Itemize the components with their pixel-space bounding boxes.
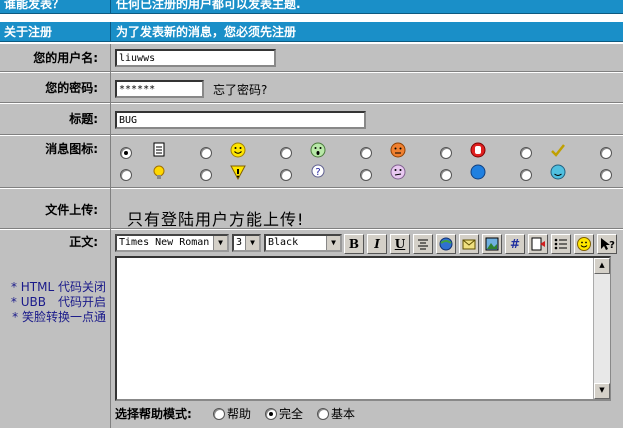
password-cell: 忘了密码? [111, 73, 623, 103]
italic-button[interactable]: I [367, 234, 387, 254]
password-input[interactable] [115, 80, 204, 98]
icon-radio-1[interactable] [120, 147, 132, 159]
underline-button[interactable]: U [390, 234, 410, 254]
html-code-note: * HTML 代码关闭 [10, 280, 106, 294]
who-can-post-text: 任何已注册的用户都可以发表主题. [116, 0, 301, 11]
password-label: 您的密码: [0, 73, 110, 103]
icon-radio-11[interactable] [360, 169, 372, 181]
page-icon [153, 142, 165, 157]
svg-text:?: ? [609, 240, 615, 251]
quote-icon [531, 237, 545, 251]
upload-cell: 只有登陆用户方能上传! [111, 189, 623, 229]
icon-radio-8[interactable] [120, 169, 132, 181]
icon-label: 消息图标: [0, 136, 110, 188]
size-select[interactable]: 3 ▼ [232, 234, 261, 252]
about-register-label: 关于注册 [4, 25, 53, 39]
help-button[interactable]: ? [597, 234, 617, 254]
title-input[interactable] [115, 111, 366, 129]
scroll-down-icon[interactable]: ▼ [594, 383, 610, 399]
shocked-icon [310, 142, 326, 158]
blue-face-icon [470, 164, 486, 180]
font-select[interactable]: Times New Roman ▼ [115, 234, 229, 252]
question-icon: ? [311, 164, 325, 178]
icon-radio-7[interactable] [600, 147, 612, 159]
icon-radio-2[interactable] [200, 147, 212, 159]
icon-radio-3[interactable] [280, 147, 292, 159]
help-mode-radio-full[interactable] [265, 408, 277, 420]
icon-radio-13[interactable] [520, 169, 532, 181]
editor-cell: Times New Roman ▼ 3 ▼ Black ▼ B I U # ? ▲ ▼… [111, 230, 623, 428]
chevron-down-icon: ▼ [213, 236, 227, 250]
title-label: 标题: [0, 104, 110, 135]
help-mode-label: 选择帮助模式: [115, 407, 192, 421]
list-button[interactable] [551, 234, 571, 254]
cool-face-icon [550, 164, 566, 180]
icon-radio-4[interactable] [360, 147, 372, 159]
title-cell [111, 104, 623, 135]
checkmark-icon [551, 144, 565, 157]
body-label-cell: 正文: * HTML 代码关闭 * UBB 代码开启 * 笑脸转换一点通 [0, 230, 110, 428]
stop-hand-icon [470, 142, 486, 158]
username-cell [111, 44, 623, 72]
smiley-icon [577, 237, 591, 251]
help-mode-basic: 基本 [331, 407, 356, 421]
forgot-password-link[interactable]: 忘了密码? [213, 81, 267, 98]
help-mode-full: 完全 [279, 407, 304, 421]
angry-icon [390, 142, 406, 158]
bold-button[interactable]: B [344, 234, 364, 254]
help-mode-radio-help[interactable] [213, 408, 225, 420]
center-align-button[interactable] [413, 234, 433, 254]
icon-radio-14[interactable] [600, 169, 612, 181]
image-button[interactable] [482, 234, 502, 254]
icon-radio-6[interactable] [520, 147, 532, 159]
image-icon [485, 237, 499, 251]
sad-icon [390, 164, 406, 180]
scroll-up-icon[interactable]: ▲ [594, 258, 610, 274]
icon-radio-12[interactable] [440, 169, 452, 181]
color-select[interactable]: Black ▼ [264, 234, 342, 252]
upload-notice: 只有登陆用户方能上传! [127, 210, 305, 229]
icon-cell: ? [111, 136, 623, 188]
align-center-icon [418, 239, 428, 250]
chevron-down-icon: ▼ [326, 236, 340, 250]
body-scrollbar[interactable]: ▲ ▼ [593, 258, 610, 399]
lightbulb-icon [153, 165, 165, 179]
about-register-row: 关于注册 为了发表新的消息，您必须先注册 [0, 22, 623, 42]
username-input[interactable] [115, 49, 276, 67]
icon-radio-10[interactable] [280, 169, 292, 181]
who-can-post-row: 谁能发表？ 任何已注册的用户都可以发表主题. [0, 0, 623, 14]
smiley-button[interactable] [574, 234, 594, 254]
help-cursor-icon: ? [601, 238, 615, 251]
link-button[interactable] [436, 234, 456, 254]
icon-radio-5[interactable] [440, 147, 452, 159]
about-register-text: 为了发表新的消息，您必须先注册 [116, 25, 297, 39]
quote-button[interactable] [528, 234, 548, 254]
chevron-down-icon: ▼ [245, 236, 259, 250]
help-mode-help: 帮助 [227, 407, 252, 421]
icon-radio-9[interactable] [200, 169, 212, 181]
help-mode-radio-basic[interactable] [317, 408, 329, 420]
smile-icon [230, 142, 246, 158]
warning-icon [230, 165, 246, 180]
username-label: 您的用户名: [0, 44, 110, 72]
hash-code-button[interactable]: # [505, 234, 525, 254]
smiley-note: * 笑脸转换一点通 [12, 310, 106, 324]
upload-label: 文件上传: [0, 189, 110, 229]
body-label: 正文: [69, 235, 98, 249]
svg-text:?: ? [315, 167, 320, 178]
who-can-post-label: 谁能发表？ [4, 0, 65, 11]
email-button[interactable] [459, 234, 479, 254]
mail-icon [462, 239, 476, 250]
list-icon [554, 238, 567, 250]
globe-icon [439, 237, 453, 251]
body-textarea[interactable] [115, 256, 611, 401]
ubb-code-note: * UBB 代码开启 [10, 295, 106, 309]
